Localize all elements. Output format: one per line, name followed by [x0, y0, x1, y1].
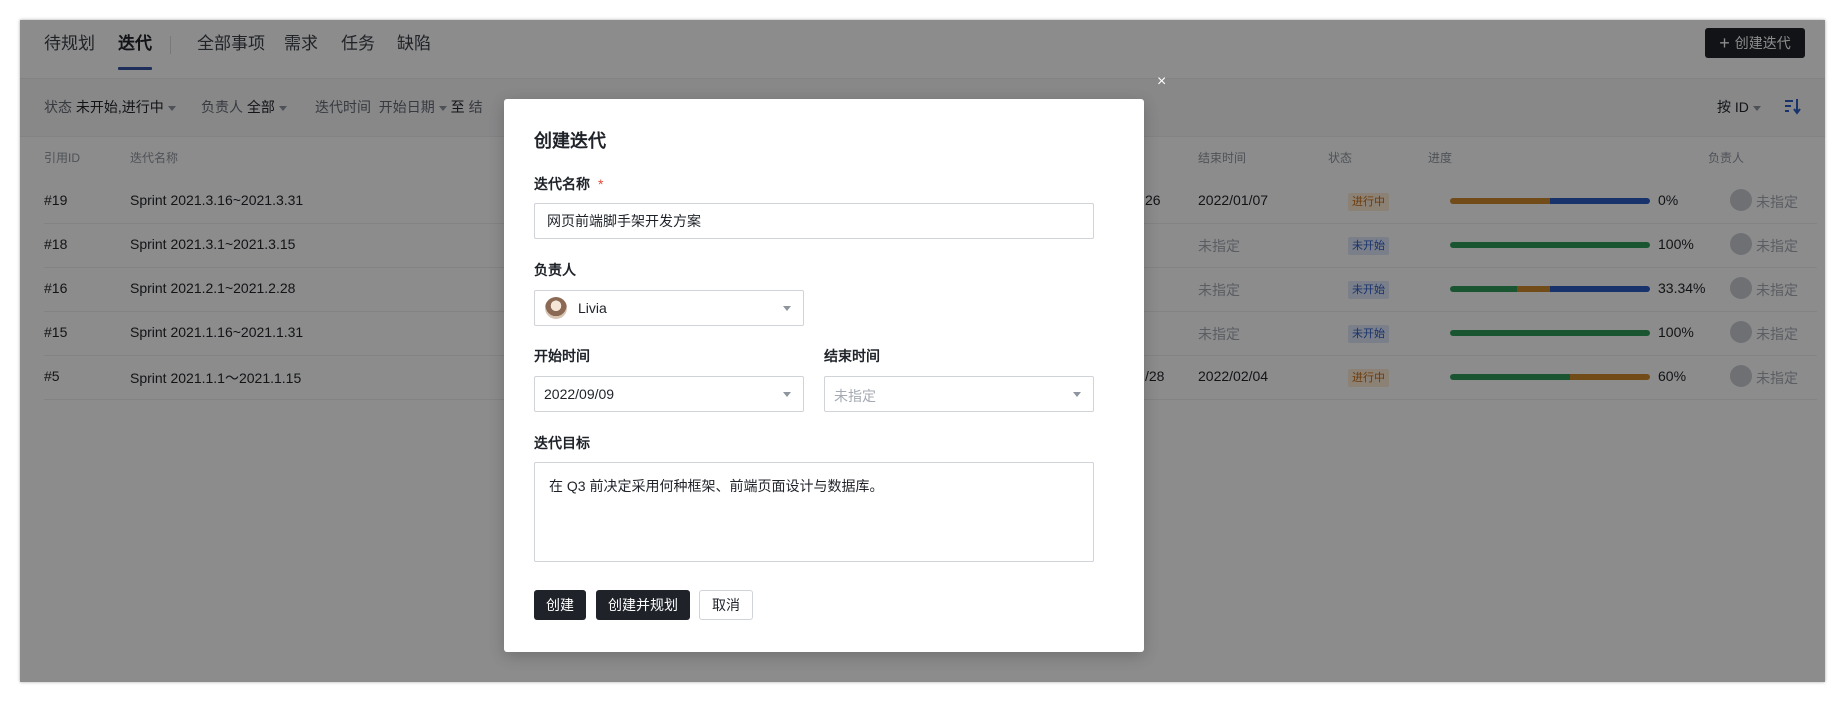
end-date-placeholder: 未指定: [834, 388, 876, 404]
chevron-down-icon: [783, 392, 791, 397]
create-and-plan-button[interactable]: 创建并规划: [596, 590, 690, 620]
required-mark: *: [598, 176, 604, 192]
iteration-page: 待规划 迭代 全部事项 需求 任务 缺陷 + 创建迭代 状态 未开始,进行中 负…: [20, 20, 1825, 682]
dialog-title: 创建迭代: [534, 131, 606, 151]
end-time-label: 结束时间: [824, 348, 880, 364]
chevron-down-icon: [783, 306, 791, 311]
start-date-value: 2022/09/09: [544, 386, 615, 402]
goal-field-label: 迭代目标: [534, 435, 590, 451]
name-label-text: 迭代名称: [534, 176, 590, 192]
owner-select[interactable]: Livia: [534, 290, 804, 326]
end-date-picker[interactable]: 未指定: [824, 376, 1094, 412]
cancel-button[interactable]: 取消: [699, 590, 753, 620]
owner-field-label: 负责人: [534, 262, 576, 278]
start-time-label: 开始时间: [534, 348, 590, 364]
iteration-name-input[interactable]: 网页前端脚手架开发方案: [534, 203, 1094, 239]
name-field-label: 迭代名称 *: [534, 174, 603, 194]
goal-textarea[interactable]: 在 Q3 前决定采用何种框架、前端页面设计与数据库。: [534, 462, 1094, 562]
start-date-picker[interactable]: 2022/09/09: [534, 376, 804, 412]
user-avatar: [545, 297, 567, 319]
owner-select-value: Livia: [578, 300, 607, 316]
create-iteration-dialog: 创建迭代 迭代名称 * 网页前端脚手架开发方案 负责人 Livia 开始时间 结束…: [504, 99, 1144, 652]
close-icon[interactable]: ×: [1157, 73, 1166, 91]
chevron-down-icon: [1073, 392, 1081, 397]
create-button[interactable]: 创建: [534, 590, 586, 620]
